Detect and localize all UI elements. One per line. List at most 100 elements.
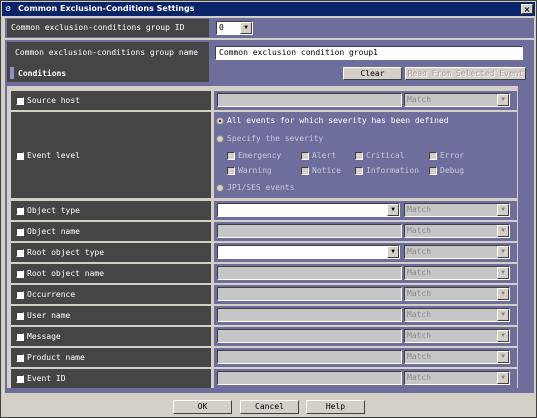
app-icon: ⚙ — [5, 5, 12, 13]
read-from-selected-event-button[interactable]: Read From Selected Event — [405, 67, 526, 80]
group-id-label: Common exclusion-conditions group ID — [11, 23, 185, 32]
group-name-input[interactable]: Common exclusion condition group1 — [215, 46, 523, 60]
row-label-product-name: Product name — [27, 353, 85, 362]
user-name-match-select[interactable]: Match ▼ — [404, 308, 510, 322]
severity-label: Error — [440, 151, 465, 160]
source-host-match-select[interactable]: Match ▼ — [404, 93, 510, 107]
source-host-input[interactable] — [217, 93, 402, 107]
chevron-down-icon[interactable]: ▼ — [497, 94, 509, 106]
match-value: Match — [407, 289, 432, 298]
close-button[interactable]: × — [521, 4, 533, 14]
root-object-name-checkbox[interactable] — [16, 270, 24, 278]
chevron-down-icon[interactable]: ▼ — [387, 246, 399, 258]
help-button[interactable]: Help — [306, 400, 365, 414]
object-type-select[interactable]: ▼ — [217, 203, 400, 217]
severity-label: Notice — [312, 166, 341, 175]
event-id-input[interactable] — [217, 371, 402, 385]
user-name-input[interactable] — [217, 308, 402, 322]
severity-checkbox-information[interactable] — [355, 167, 363, 175]
match-value: Match — [407, 268, 432, 277]
chevron-down-icon[interactable]: ▼ — [497, 246, 509, 258]
severity-label: Alert — [312, 151, 337, 160]
source-host-checkbox[interactable] — [16, 97, 24, 105]
opt-all-label: All events for which severity has been d… — [227, 116, 449, 125]
chevron-down-icon[interactable]: ▼ — [497, 309, 509, 321]
conditions-scroll-gutter — [518, 86, 526, 388]
severity-checkbox-warning[interactable] — [227, 167, 235, 175]
event-id-match-select[interactable]: Match ▼ — [404, 371, 510, 385]
opt-jp1-label: JP1/SES events — [227, 183, 295, 192]
severity-checkbox-debug[interactable] — [429, 167, 437, 175]
match-value: Match — [407, 205, 432, 214]
chevron-down-icon[interactable]: ▼ — [497, 288, 509, 300]
root-object-type-match-select[interactable]: Match ▼ — [404, 245, 510, 259]
root-object-type-select[interactable]: ▼ — [217, 245, 400, 259]
ok-button[interactable]: OK — [173, 400, 232, 414]
message-input[interactable] — [217, 329, 402, 343]
match-value: Match — [407, 95, 432, 104]
occurrence-input[interactable] — [217, 287, 402, 301]
severity-label: Debug — [440, 166, 465, 175]
row-label-user-name: User name — [27, 311, 71, 320]
chevron-down-icon[interactable]: ▼ — [497, 351, 509, 363]
object-type-checkbox[interactable] — [16, 207, 24, 215]
object-name-checkbox[interactable] — [16, 228, 24, 236]
chevron-down-icon[interactable]: ▼ — [497, 372, 509, 384]
group-id-value: 0 — [219, 23, 224, 32]
object-type-match-select[interactable]: Match ▼ — [404, 203, 510, 217]
radio-all-severity[interactable] — [216, 117, 224, 125]
occurrence-checkbox[interactable] — [16, 291, 24, 299]
match-value: Match — [407, 310, 432, 319]
occurrence-match-select[interactable]: Match ▼ — [404, 287, 510, 301]
match-value: Match — [407, 226, 432, 235]
event-id-checkbox[interactable] — [16, 375, 24, 383]
chevron-down-icon[interactable]: ▼ — [387, 204, 399, 216]
row-label-root-object-name: Root object name — [27, 269, 105, 278]
row-label-object-type: Object type — [27, 206, 80, 215]
root-object-type-checkbox[interactable] — [16, 249, 24, 257]
severity-label: Critical — [366, 151, 405, 160]
severity-checkbox-emergency[interactable] — [227, 152, 235, 160]
title-bar: ⚙ Common Exclusion-Conditions Settings × — [2, 2, 535, 16]
window-title: Common Exclusion-Conditions Settings — [18, 4, 195, 13]
message-checkbox[interactable] — [16, 333, 24, 341]
message-match-select[interactable]: Match ▼ — [404, 329, 510, 343]
opt-specify-label: Specify the severity — [227, 134, 324, 143]
radio-jp1-ses[interactable] — [216, 184, 224, 192]
root-object-name-input[interactable] — [217, 266, 402, 280]
product-name-checkbox[interactable] — [16, 354, 24, 362]
severity-checkbox-alert[interactable] — [301, 152, 309, 160]
row-label-object-name: Object name — [27, 227, 80, 236]
match-value: Match — [407, 247, 432, 256]
severity-label: Emergency — [238, 151, 282, 160]
product-name-match-select[interactable]: Match ▼ — [404, 350, 510, 364]
radio-specify-severity[interactable] — [216, 135, 224, 143]
row-label-message: Message — [27, 332, 61, 341]
chevron-down-icon[interactable]: ▼ — [497, 225, 509, 237]
chevron-down-icon[interactable]: ▼ — [497, 330, 509, 342]
row-label-source-host: Source host — [27, 96, 80, 105]
object-name-match-select[interactable]: Match ▼ — [404, 224, 510, 238]
settings-window: ⚙ Common Exclusion-Conditions Settings ×… — [0, 0, 537, 418]
root-object-name-match-select[interactable]: Match ▼ — [404, 266, 510, 280]
conditions-marker — [10, 67, 14, 79]
severity-label: Warning — [238, 166, 272, 175]
clear-button[interactable]: Clear — [343, 67, 402, 80]
event-level-checkbox[interactable] — [16, 152, 24, 160]
row-label-event-level: Event level — [27, 151, 80, 160]
severity-checkbox-notice[interactable] — [301, 167, 309, 175]
match-value: Match — [407, 373, 432, 382]
match-value: Match — [407, 331, 432, 340]
product-name-input[interactable] — [217, 350, 402, 364]
chevron-down-icon[interactable]: ▼ — [497, 267, 509, 279]
row-label-occurrence: Occurrence — [27, 290, 76, 299]
conditions-header: Conditions — [18, 69, 67, 78]
user-name-checkbox[interactable] — [16, 312, 24, 320]
chevron-down-icon[interactable]: ▼ — [497, 204, 509, 216]
object-name-input[interactable] — [217, 224, 402, 238]
cancel-button[interactable]: Cancel — [240, 400, 299, 414]
group-id-select[interactable]: 0 ▼ — [216, 21, 253, 35]
severity-checkbox-error[interactable] — [429, 152, 437, 160]
chevron-down-icon[interactable]: ▼ — [240, 22, 252, 34]
severity-checkbox-critical[interactable] — [355, 152, 363, 160]
